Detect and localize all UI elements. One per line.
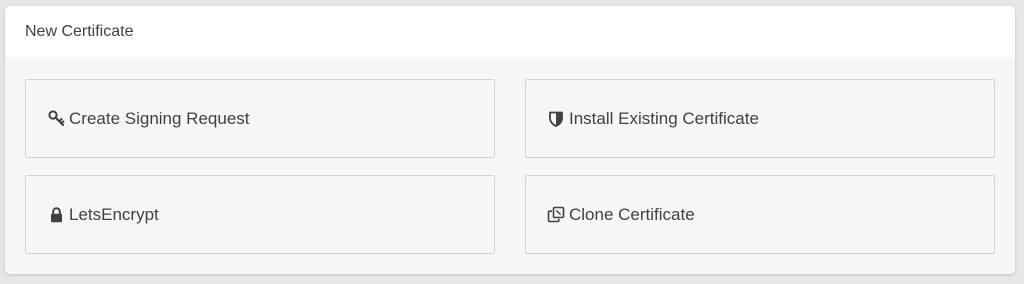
clone-certificate-button[interactable]: Clone Certificate (525, 175, 995, 254)
letsencrypt-button[interactable]: LetsEncrypt (25, 175, 495, 254)
install-existing-certificate-button[interactable]: Install Existing Certificate (525, 79, 995, 158)
lock-icon (47, 206, 65, 224)
new-certificate-panel: New Certificate Create Signing Request I… (5, 6, 1015, 274)
panel-header: New Certificate (5, 6, 1015, 57)
create-signing-request-button[interactable]: Create Signing Request (25, 79, 495, 158)
certificate-options: Create Signing Request Install Existing … (25, 79, 995, 254)
panel-title: New Certificate (25, 22, 134, 40)
option-label: Install Existing Certificate (569, 108, 759, 128)
key-icon (47, 110, 65, 128)
option-label: LetsEncrypt (69, 204, 159, 224)
shield-icon (547, 110, 565, 128)
option-label: Create Signing Request (69, 108, 250, 128)
option-label: Clone Certificate (569, 204, 695, 224)
clone-icon (547, 206, 565, 224)
